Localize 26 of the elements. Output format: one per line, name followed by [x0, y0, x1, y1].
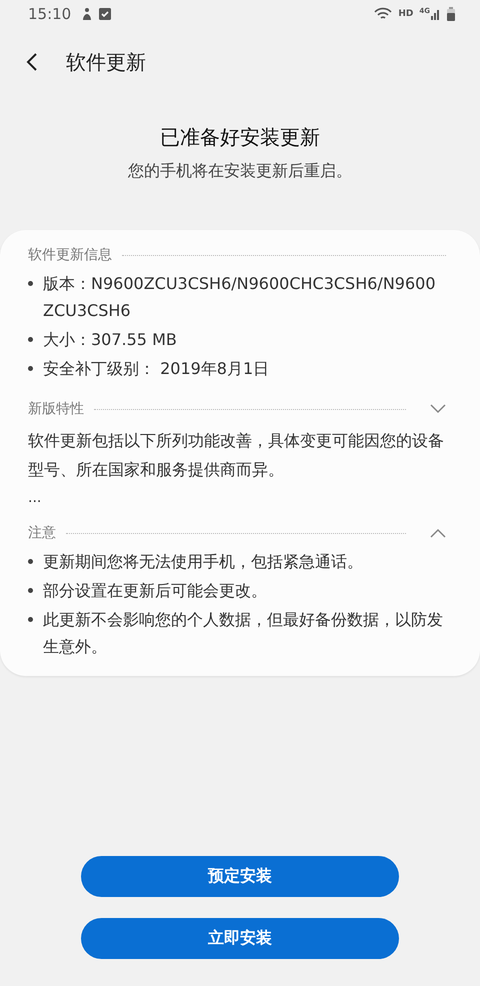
bullet-text: 大小：307.55 MB — [43, 329, 177, 351]
bullet-text: 版本：N9600ZCU3CSH6/N9600CHC3CSH6/N9600ZCU3CSH6 — [43, 273, 436, 322]
bullet-text: 部分设置在更新后可能会更改。 — [43, 580, 267, 602]
install-button[interactable]: 立即安装 — [81, 918, 399, 959]
install-button[interactable]: 预定安装 — [81, 856, 399, 897]
update-subtitle: 您的手机将在安装更新后重启。 — [127, 161, 353, 182]
features-text: 软件更新包括以下所列功能改善，具体变更可能因您的设备型号、所在国家和服务提供商而异。 — [28, 430, 445, 481]
back-icon[interactable] — [26, 53, 38, 71]
section-title: 注意 — [28, 524, 56, 542]
section-title: 新版特性 — [28, 400, 84, 418]
signal-icon — [431, 8, 441, 20]
checkbox-icon — [99, 8, 112, 20]
section-title: 软件更新信息 — [28, 246, 112, 264]
battery-icon — [447, 7, 455, 21]
bullet-text: 此更新不会影响您的个人数据，但最好备份数据，以防发生意外。 — [43, 609, 444, 658]
chevron-icon[interactable] — [430, 404, 446, 414]
status-time: 15:10 — [28, 5, 72, 23]
page-title: 软件更新 — [66, 48, 146, 76]
chevron-icon[interactable] — [430, 528, 446, 538]
bullet-text: 安全补丁级别： 2019年8月1日 — [43, 358, 270, 380]
more-text: ... — [28, 490, 42, 506]
bullet-text: 更新期间您将无法使用手机，包括紧急通话。 — [43, 551, 363, 573]
notification-icon — [81, 7, 94, 21]
update-ready-title: 已准备好安装更新 — [159, 124, 321, 151]
network-label: HD — [398, 9, 414, 19]
wifi-icon — [374, 7, 392, 21]
